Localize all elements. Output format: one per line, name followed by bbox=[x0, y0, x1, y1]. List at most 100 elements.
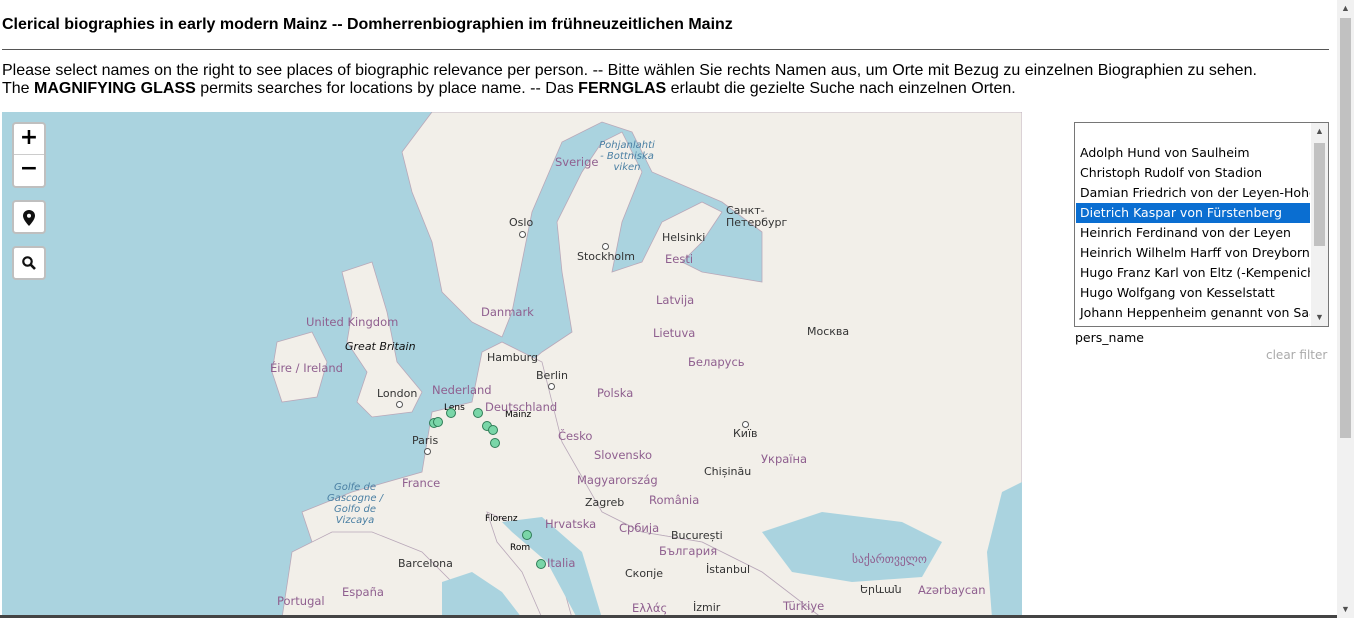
map-label-bothnian-gulf: Pohjanlahti - Bottniska viken bbox=[599, 140, 655, 173]
zoom-control: + − bbox=[12, 122, 46, 188]
map-label-izmir: İzmir bbox=[693, 601, 721, 614]
listbox-scroll-thumb[interactable] bbox=[1314, 143, 1325, 246]
intro-line-2-suffix: erlaubt die gezielte Suche nach einzelne… bbox=[666, 80, 1016, 97]
person-names-options: Adolph Hund von Saulheim Christoph Rudolf… bbox=[1076, 143, 1310, 323]
map-label-georgia: საქართველო bbox=[852, 552, 927, 566]
map-label-oslo: Oslo bbox=[509, 216, 534, 229]
map-label-london: London bbox=[377, 387, 418, 400]
map-label-istanbul: İstanbul bbox=[706, 563, 751, 576]
map-label-barcelona: Barcelona bbox=[398, 557, 453, 570]
map-label-azerbaycan: Azərbaycan bbox=[918, 583, 986, 597]
field-label-pers-name: pers_name bbox=[1075, 330, 1144, 345]
person-name-option[interactable]: Heinrich Ferdinand von der Leyen bbox=[1076, 223, 1310, 243]
place-search-button[interactable] bbox=[12, 246, 46, 280]
map-label-hamburg: Hamburg bbox=[487, 351, 538, 364]
person-name-option[interactable]: Damian Friedrich von der Leyen-Hohengero… bbox=[1076, 183, 1310, 203]
biography-location-marker[interactable] bbox=[490, 438, 500, 448]
map-label-sverige: Sverige bbox=[555, 155, 599, 169]
page-title: Clerical biographies in early modern Mai… bbox=[2, 16, 733, 33]
page-scrollbar[interactable]: ▲ ▼ bbox=[1337, 0, 1354, 618]
map-label-eesti: Eesti bbox=[665, 252, 694, 266]
map-label-stockholm: Stockholm bbox=[577, 250, 635, 263]
map-label-deutschland: Deutschland bbox=[485, 400, 558, 414]
title-divider bbox=[2, 49, 1329, 50]
city-dot-london bbox=[396, 401, 403, 408]
person-name-option[interactable]: Hugo Franz Karl von Eltz (-Kempenich) bbox=[1076, 263, 1310, 283]
map-label-bulgaria: България bbox=[659, 544, 718, 558]
intro-line-2-prefix: The bbox=[2, 80, 35, 97]
biography-location-marker[interactable] bbox=[536, 559, 546, 569]
map-label-bucuresti: București bbox=[671, 529, 723, 542]
biography-location-marker[interactable] bbox=[446, 408, 456, 418]
intro-line-2: The MAGNIFYING GLASS permits searches fo… bbox=[2, 80, 1257, 98]
intro-line-2-mid: permits searches for locations by place … bbox=[195, 80, 579, 97]
map-label-lietuva: Lietuva bbox=[653, 326, 696, 340]
europe-map[interactable]: + − United Kingdom Great Britain Éire / … bbox=[2, 112, 1022, 618]
search-icon bbox=[22, 256, 36, 270]
magnifying-glass-term: MAGNIFYING GLASS bbox=[34, 80, 196, 97]
city-dot-stockholm bbox=[602, 243, 609, 250]
map-label-cesko: Česko bbox=[558, 429, 593, 443]
locate-button[interactable] bbox=[12, 200, 46, 234]
map-label-slovensko: Slovensko bbox=[594, 448, 652, 462]
map-label-saint-petersburg: Санкт-Петербург bbox=[726, 204, 788, 229]
map-label-magyarorszag: Magyarország bbox=[577, 473, 658, 487]
map-pin-icon bbox=[23, 210, 35, 226]
city-dot-kyiv bbox=[742, 421, 749, 428]
map-label-ukraina: Україна bbox=[761, 452, 808, 466]
map-label-helsinki: Helsinki bbox=[662, 231, 706, 244]
map-label-skopje: Скопје bbox=[625, 567, 664, 580]
map-label-espana: España bbox=[342, 585, 384, 599]
person-name-option[interactable]: Hugo Wolfgang von Kesselstatt bbox=[1076, 283, 1310, 303]
listbox-scroll-down-icon[interactable]: ▼ bbox=[1311, 309, 1328, 326]
map-label-berlin: Berlin bbox=[536, 369, 568, 382]
person-names-listbox[interactable]: Adolph Hund von Saulheim Christoph Rudolf… bbox=[1074, 122, 1329, 327]
map-label-turkiye: Türkiye bbox=[783, 599, 825, 613]
fernglas-term: FERNGLAS bbox=[578, 80, 667, 97]
person-name-option[interactable]: Johann Heppenheim genannt von Saal bbox=[1076, 303, 1310, 323]
map-label-nederland: Nederland bbox=[432, 383, 492, 397]
map-label-zagreb: Zagreb bbox=[585, 496, 625, 509]
map-label-italia: Italia bbox=[547, 556, 576, 570]
map-label-portugal: Portugal bbox=[277, 594, 325, 608]
person-name-option[interactable]: Christoph Rudolf von Stadion bbox=[1076, 163, 1310, 183]
person-name-option[interactable]: Heinrich Wilhelm Harff von Dreyborn bbox=[1076, 243, 1310, 263]
map-label-great-britain: Great Britain bbox=[345, 340, 416, 353]
map-label-yerevan: Երևան bbox=[860, 583, 902, 596]
person-name-option[interactable]: Dietrich Kaspar von Fürstenberg bbox=[1076, 203, 1310, 223]
map-label-ellas: Ελλάς bbox=[632, 601, 668, 615]
page-scroll-up-icon[interactable]: ▲ bbox=[1337, 0, 1354, 17]
biography-location-marker[interactable] bbox=[522, 530, 532, 540]
page-scroll-thumb[interactable] bbox=[1340, 18, 1351, 438]
map-label-hrvatska: Hrvatska bbox=[545, 517, 597, 531]
biography-location-marker[interactable] bbox=[488, 425, 498, 435]
city-dot-berlin bbox=[548, 383, 555, 390]
map-label-danmark: Danmark bbox=[481, 305, 534, 319]
city-dot-paris bbox=[424, 448, 431, 455]
map-label-chisinau: Chișinău bbox=[704, 465, 752, 478]
listbox-scrollbar[interactable]: ▲ ▼ bbox=[1311, 123, 1328, 326]
page-scroll-down-icon[interactable]: ▼ bbox=[1337, 601, 1354, 618]
map-label-ireland: Éire / Ireland bbox=[270, 361, 343, 375]
map-label-moskva: Москва bbox=[807, 325, 850, 338]
zoom-out-button[interactable]: − bbox=[14, 155, 44, 185]
map-label-rom: Rom bbox=[510, 543, 531, 553]
biography-location-marker[interactable] bbox=[473, 408, 483, 418]
intro-line-1: Please select names on the right to see … bbox=[2, 62, 1257, 79]
clear-filter-link[interactable]: clear filter bbox=[1266, 348, 1327, 362]
map-label-latvija: Latvija bbox=[656, 293, 695, 307]
map-label-florenz: Florenz bbox=[485, 514, 518, 524]
map-label-romania: România bbox=[649, 493, 700, 507]
map-label-kyiv: Київ bbox=[733, 427, 758, 440]
biography-location-marker[interactable] bbox=[433, 417, 443, 427]
map-label-polska: Polska bbox=[597, 386, 634, 400]
map-label-srbija: Србија bbox=[619, 521, 660, 535]
city-dot-oslo bbox=[519, 231, 526, 238]
map-label-united-kingdom: United Kingdom bbox=[306, 315, 399, 329]
map-label-belarus: Беларусь bbox=[688, 355, 745, 369]
intro-text: Please select names on the right to see … bbox=[2, 62, 1257, 98]
person-name-option[interactable]: Adolph Hund von Saulheim bbox=[1076, 143, 1310, 163]
listbox-scroll-up-icon[interactable]: ▲ bbox=[1311, 123, 1328, 140]
map-label-bay-of-biscay: Golfe de Gascogne / Golfo de Vizcaya bbox=[326, 482, 384, 526]
zoom-in-button[interactable]: + bbox=[14, 124, 44, 155]
